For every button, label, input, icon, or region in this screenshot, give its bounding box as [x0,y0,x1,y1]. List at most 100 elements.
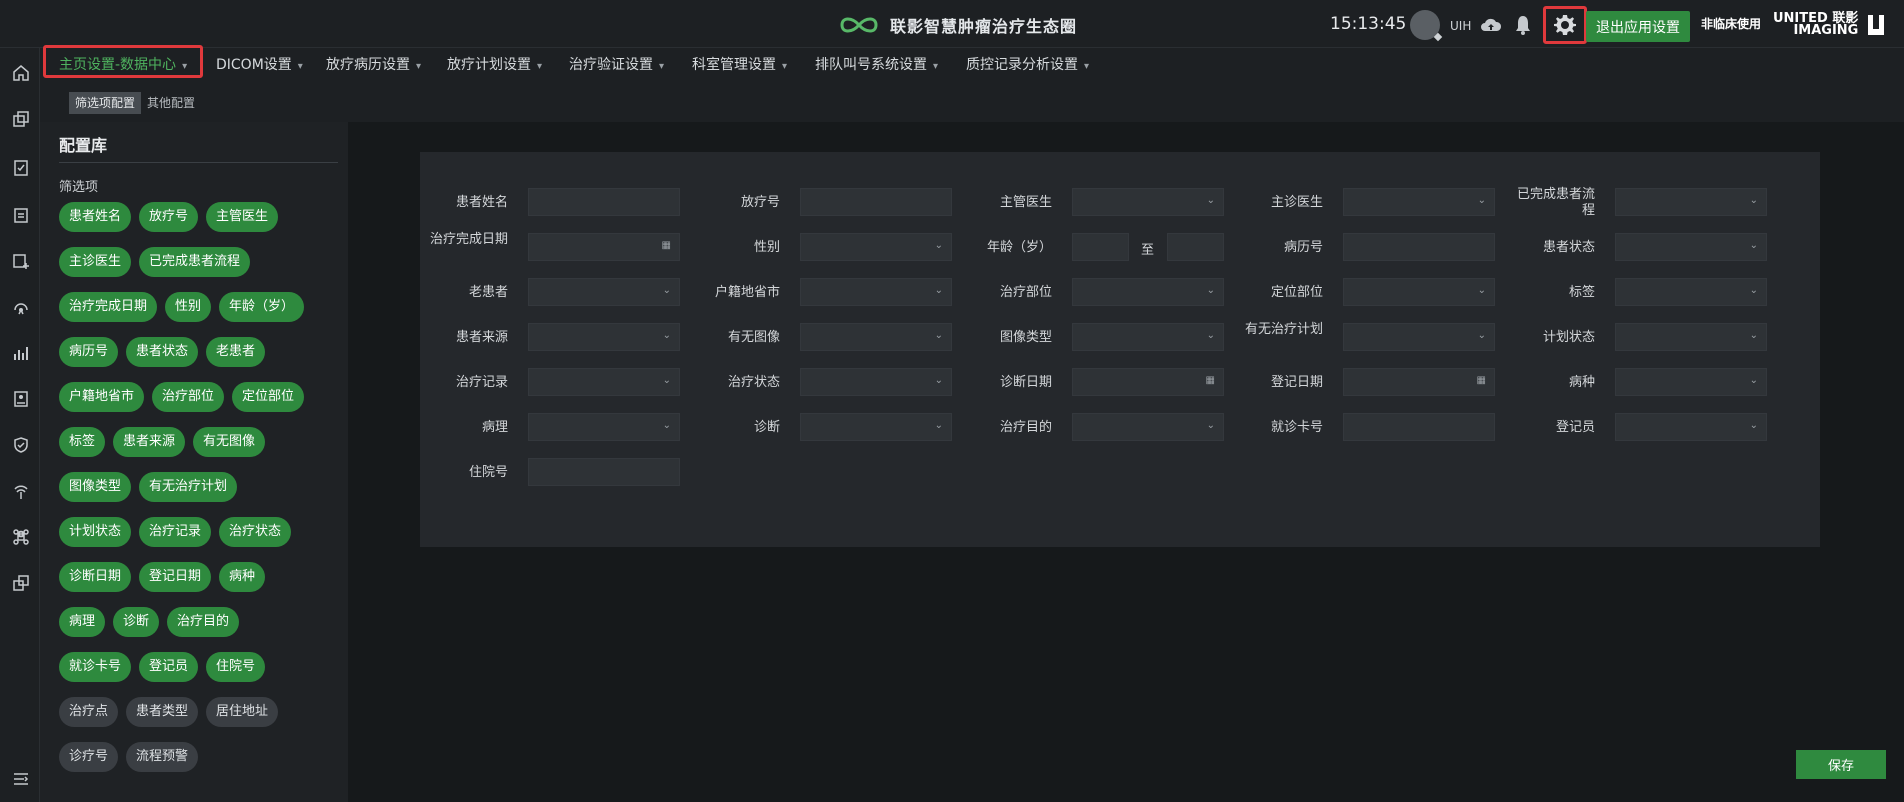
chip-selected[interactable]: 主诊医生 [59,247,132,277]
collapse-menu-icon[interactable] [12,770,30,788]
menu-rt-records[interactable]: 放疗病历设置 ▾ [326,54,421,74]
chip-selected[interactable]: 户籍地省市 [59,382,145,412]
select-field[interactable]: ⌄ [528,323,680,351]
chip-available[interactable]: 治疗点 [59,697,119,727]
shield-check-icon[interactable] [12,436,30,454]
date-field[interactable]: ▦ [1072,368,1224,396]
chip-selected[interactable]: 性别 [165,292,212,322]
chip-selected[interactable]: 治疗记录 [139,517,212,547]
select-field[interactable]: ⌄ [1072,188,1224,216]
select-field[interactable]: ⌄ [1072,278,1224,306]
age-min-input[interactable] [1072,233,1129,261]
chip-selected[interactable]: 住院号 [206,652,266,682]
chip-selected[interactable]: 病种 [219,562,266,592]
field-label: 诊断 [753,420,780,435]
chip-selected[interactable]: 诊断 [113,607,160,637]
select-field[interactable]: ⌄ [800,278,952,306]
radiation-icon[interactable] [12,298,30,316]
select-field[interactable]: ⌄ [528,413,680,441]
command-icon[interactable] [12,528,30,546]
select-field[interactable]: ⌄ [1615,368,1767,396]
menu-queue-system[interactable]: 排队叫号系统设置 ▾ [815,54,938,74]
select-field[interactable]: ⌄ [1343,323,1495,351]
select-field[interactable]: ⌄ [1615,278,1767,306]
cloud-upload-icon[interactable] [1480,16,1502,34]
select-field[interactable]: ⌄ [528,368,680,396]
text-field[interactable] [528,458,680,486]
bell-icon[interactable] [1514,14,1532,36]
chip-selected[interactable]: 患者来源 [113,427,186,457]
text-field[interactable] [1343,413,1495,441]
chip-selected[interactable]: 病历号 [59,337,119,367]
exit-settings-button[interactable]: 退出应用设置 [1586,11,1690,42]
chip-available[interactable]: 患者类型 [126,697,199,727]
chip-selected[interactable]: 有无治疗计划 [139,472,238,502]
menu-rt-plan[interactable]: 放疗计划设置 ▾ [447,54,542,74]
select-field[interactable]: ⌄ [1343,188,1495,216]
chip-selected[interactable]: 登记日期 [139,562,212,592]
select-field[interactable]: ⌄ [1615,233,1767,261]
chip-selected[interactable]: 主管医生 [206,202,279,232]
text-field[interactable] [800,188,952,216]
bar-chart-icon[interactable] [12,344,30,362]
field-label: 定位部位 [1270,285,1323,300]
windows-icon[interactable] [12,110,30,128]
chip-selected[interactable]: 标签 [59,427,106,457]
select-field[interactable]: ⌄ [800,323,952,351]
select-field[interactable]: ⌄ [800,233,952,261]
settings-button[interactable] [1543,6,1587,44]
chip-selected[interactable]: 登记员 [139,652,199,682]
chip-selected[interactable]: 年龄（岁） [219,292,305,322]
chip-selected[interactable]: 定位部位 [232,382,305,412]
chip-selected[interactable]: 病理 [59,607,106,637]
text-field[interactable] [528,188,680,216]
chip-selected[interactable]: 就诊卡号 [59,652,132,682]
tab-other-config[interactable]: 其他配置 [141,92,201,114]
chip-selected[interactable]: 患者姓名 [59,202,132,232]
chip-selected[interactable]: 治疗目的 [167,607,240,637]
select-field[interactable]: ⌄ [800,413,952,441]
select-field[interactable]: ⌄ [1615,323,1767,351]
chip-available[interactable]: 流程预警 [126,742,199,772]
chip-selected[interactable]: 治疗状态 [219,517,292,547]
chip-selected[interactable]: 患者状态 [126,337,199,367]
select-field[interactable]: ⌄ [1615,188,1767,216]
chip-available[interactable]: 诊疗号 [59,742,119,772]
menu-qc-analysis[interactable]: 质控记录分析设置 ▾ [966,54,1089,74]
antenna-icon[interactable] [12,482,30,500]
window-stack-icon[interactable] [12,574,30,592]
id-card-icon[interactable] [12,390,30,408]
age-max-input[interactable] [1167,233,1224,261]
chip-selected[interactable]: 有无图像 [193,427,266,457]
chip-selected[interactable]: 诊断日期 [59,562,132,592]
save-button[interactable]: 保存 [1796,750,1886,779]
select-field[interactable]: ⌄ [1343,278,1495,306]
chip-selected[interactable]: 老患者 [206,337,266,367]
tab-filter-config[interactable]: 筛选项配置 [69,92,142,114]
chip-selected[interactable]: 放疗号 [139,202,199,232]
chip-selected[interactable]: 治疗部位 [152,382,225,412]
chip-available[interactable]: 居住地址 [206,697,279,727]
chip-selected[interactable]: 已完成患者流程 [139,247,251,277]
select-field[interactable]: ⌄ [1072,413,1224,441]
select-field[interactable]: ⌄ [1615,413,1767,441]
text-field[interactable] [1343,233,1495,261]
home-icon[interactable] [12,64,30,82]
select-field[interactable]: ⌄ [800,368,952,396]
date-field[interactable]: ▦ [1343,368,1495,396]
select-field[interactable]: ⌄ [1072,323,1224,351]
chevron-down-icon: ⌄ [1749,330,1758,341]
chip-selected[interactable]: 计划状态 [59,517,132,547]
calendar-list-icon[interactable] [12,206,30,224]
select-field[interactable]: ⌄ [528,278,680,306]
chip-selected[interactable]: 治疗完成日期 [59,292,158,322]
image-plus-icon[interactable] [12,252,30,270]
clipboard-check-icon[interactable] [12,158,30,176]
date-field[interactable]: ▦ [528,233,680,261]
sub-tabs: 筛选项配置 其他配置 [40,78,1904,122]
chip-selected[interactable]: 图像类型 [59,472,132,502]
menu-dicom[interactable]: DICOM设置 ▾ [216,54,303,74]
menu-treatment-verification[interactable]: 治疗验证设置 ▾ [569,54,664,74]
menu-department-management[interactable]: 科室管理设置 ▾ [692,54,787,74]
field-label: 主管医生 [999,195,1052,210]
